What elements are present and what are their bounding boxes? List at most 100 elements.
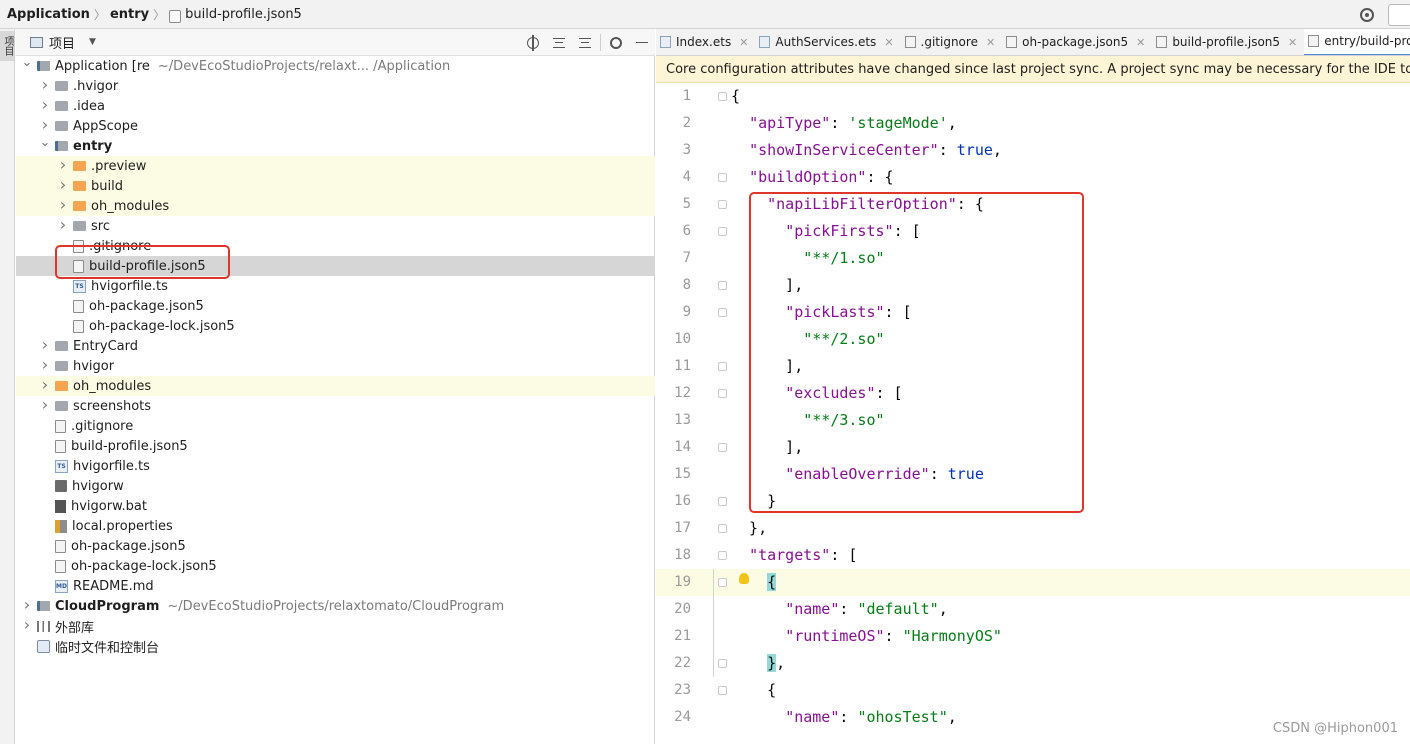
tree-item[interactable]: oh-package.json5 xyxy=(16,296,655,316)
code-line[interactable]: "name": "ohosTest", xyxy=(731,704,957,731)
tree-item[interactable]: .preview xyxy=(16,156,655,176)
target-icon[interactable] xyxy=(1360,7,1374,22)
tree-item[interactable]: 临时文件和控制台 xyxy=(16,636,655,656)
code-line[interactable]: "name": "default", xyxy=(731,596,948,623)
tree-item[interactable]: hvigor xyxy=(16,356,655,376)
chevron-right-icon[interactable] xyxy=(57,220,69,233)
code-line[interactable]: "showInServiceCenter": true, xyxy=(731,137,1002,164)
chevron-right-icon[interactable] xyxy=(21,600,33,613)
editor-tab[interactable]: oh-package.json5 ✕ xyxy=(1002,29,1152,55)
chevron-right-icon[interactable] xyxy=(39,120,51,133)
code-line[interactable]: "targets": [ xyxy=(731,542,857,569)
collapse-all-icon[interactable] xyxy=(572,29,598,56)
chevron-right-icon[interactable] xyxy=(39,340,51,353)
chevron-right-icon[interactable] xyxy=(39,360,51,373)
code-line[interactable]: "buildOption": { xyxy=(731,164,894,191)
chevron-right-icon[interactable] xyxy=(57,160,69,173)
editor-tab[interactable]: Index.ets ✕ xyxy=(656,29,755,55)
tree-item[interactable]: screenshots xyxy=(16,396,655,416)
fold-marker-icon[interactable] xyxy=(718,578,727,587)
breadcrumb-file[interactable]: build-profile.json5 xyxy=(185,7,302,22)
chevron-down-icon[interactable]: ▼ xyxy=(89,37,96,47)
tree-item[interactable]: oh-package.json5 xyxy=(16,536,655,556)
close-icon[interactable]: ✕ xyxy=(884,36,893,49)
tree-item[interactable]: EntryCard xyxy=(16,336,655,356)
tree-item[interactable]: .idea xyxy=(16,96,655,116)
chevron-right-icon[interactable] xyxy=(21,620,33,633)
editor-tab[interactable]: entry/build-profile xyxy=(1304,29,1410,55)
tree-item[interactable]: MD README.md xyxy=(16,576,655,596)
code-line[interactable]: "apiType": 'stageMode', xyxy=(731,110,957,137)
fold-marker-icon[interactable] xyxy=(718,686,727,695)
tree-item[interactable]: AppScope xyxy=(16,116,655,136)
fold-marker-icon[interactable] xyxy=(718,281,727,290)
close-icon[interactable]: ✕ xyxy=(1136,36,1145,49)
fold-marker-icon[interactable] xyxy=(718,497,727,506)
chevron-down-icon[interactable] xyxy=(39,141,51,152)
tree-item[interactable]: oh_modules xyxy=(16,376,655,396)
sync-notice[interactable]: Core configuration attributes have chang… xyxy=(656,56,1410,83)
fold-marker-icon[interactable] xyxy=(718,551,727,560)
fold-marker-icon[interactable] xyxy=(718,92,727,101)
tree-item[interactable]: Application [re ~/DevEcoStudioProjects/re… xyxy=(16,56,655,76)
code-line[interactable]: }, xyxy=(731,650,785,677)
chevron-right-icon[interactable] xyxy=(39,400,51,413)
code-line[interactable]: "runtimeOS": "HarmonyOS" xyxy=(731,623,1002,650)
fold-marker-icon[interactable] xyxy=(718,173,727,182)
project-view-label[interactable]: 项目 xyxy=(49,33,75,52)
fold-marker-icon[interactable] xyxy=(718,308,727,317)
fold-marker-icon[interactable] xyxy=(718,659,727,668)
expand-all-icon[interactable] xyxy=(546,29,572,56)
chevron-right-icon[interactable] xyxy=(39,380,51,393)
fold-marker-icon[interactable] xyxy=(718,443,727,452)
fold-marker-icon[interactable] xyxy=(718,227,727,236)
close-icon[interactable]: ✕ xyxy=(739,36,748,49)
breadcrumb-project[interactable]: Application xyxy=(7,7,90,22)
hide-panel-icon[interactable] xyxy=(629,29,655,56)
tree-item[interactable]: TS hvigorfile.ts xyxy=(16,276,655,296)
tree-item[interactable]: src xyxy=(16,216,655,236)
editor-tab[interactable]: build-profile.json5 ✕ xyxy=(1152,29,1304,55)
run-config-box[interactable] xyxy=(1388,3,1410,26)
code-line[interactable]: { xyxy=(731,83,740,110)
fold-marker-icon[interactable] xyxy=(718,200,727,209)
tree-item[interactable]: build-profile.json5 xyxy=(16,436,655,456)
chevron-right-icon[interactable] xyxy=(57,180,69,193)
close-icon[interactable]: ✕ xyxy=(986,36,995,49)
chevron-right-icon[interactable] xyxy=(39,80,51,93)
tree-item[interactable]: CloudProgram ~/DevEcoStudioProjects/relax… xyxy=(16,596,655,616)
chevron-down-icon[interactable] xyxy=(21,61,33,72)
project-tool-tab[interactable]: 项目 xyxy=(0,31,14,61)
tree-item[interactable]: 外部库 xyxy=(16,616,655,636)
tree-item[interactable]: build xyxy=(16,176,655,196)
code-line[interactable]: }, xyxy=(731,515,767,542)
line-number: 8 xyxy=(682,277,691,293)
fold-marker-icon[interactable] xyxy=(718,362,727,371)
locate-icon[interactable] xyxy=(520,29,546,56)
fold-marker-icon[interactable] xyxy=(718,389,727,398)
code-line[interactable]: { xyxy=(731,677,776,704)
chevron-right-icon[interactable] xyxy=(39,100,51,113)
tree-item[interactable]: entry xyxy=(16,136,655,156)
tree-item[interactable]: oh_modules xyxy=(16,196,655,216)
markdown-file-icon: MD xyxy=(55,579,68,593)
json-file-icon xyxy=(73,319,84,333)
editor-tab[interactable]: AuthServices.ets ✕ xyxy=(755,29,900,55)
code-line[interactable]: { xyxy=(731,569,777,596)
tree-item[interactable]: hvigorw.bat xyxy=(16,496,655,516)
tree-item[interactable]: .gitignore xyxy=(16,416,655,436)
tree-item[interactable]: hvigorw xyxy=(16,476,655,496)
tree-item[interactable]: .hvigor xyxy=(16,76,655,96)
chevron-right-icon[interactable] xyxy=(57,200,69,213)
line-number: 11 xyxy=(674,358,691,374)
close-icon[interactable]: ✕ xyxy=(1288,36,1297,49)
tree-item[interactable]: local.properties xyxy=(16,516,655,536)
json-file-icon xyxy=(904,36,916,48)
tree-item[interactable]: oh-package-lock.json5 xyxy=(16,316,655,336)
tree-item[interactable]: oh-package-lock.json5 xyxy=(16,556,655,576)
breadcrumb-module[interactable]: entry xyxy=(110,7,149,22)
tree-item[interactable]: TS hvigorfile.ts xyxy=(16,456,655,476)
gear-icon[interactable] xyxy=(603,29,629,56)
editor-tab[interactable]: .gitignore ✕ xyxy=(901,29,1003,55)
fold-marker-icon[interactable] xyxy=(718,524,727,533)
